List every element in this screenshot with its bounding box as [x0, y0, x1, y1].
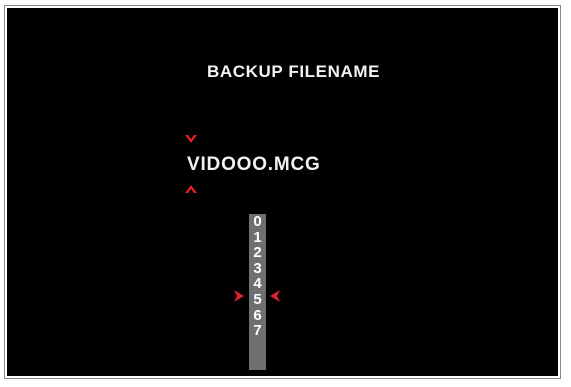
digit-option[interactable]: 6: [253, 307, 261, 324]
arrow-left-icon: [269, 289, 281, 303]
digit-option[interactable]: 3: [253, 261, 261, 277]
chevron-down-icon[interactable]: [184, 133, 198, 145]
digit-option[interactable]: 2: [253, 245, 261, 261]
digit-option[interactable]: 0: [253, 214, 261, 230]
screen-frame: BACKUP FILENAME VIDOOO.MCG 01234567: [4, 5, 561, 379]
digit-option-selected[interactable]: 4: [253, 276, 261, 292]
filename-field[interactable]: VIDOOO.MCG: [187, 154, 321, 176]
page-title: BACKUP FILENAME: [207, 62, 381, 81]
digit-option[interactable]: 7: [253, 323, 261, 339]
digit-option[interactable]: 1: [253, 229, 261, 246]
chevron-up-icon[interactable]: [184, 183, 198, 195]
digit-picker[interactable]: 01234567: [249, 214, 266, 370]
arrow-right-icon: [233, 289, 245, 303]
digit-option[interactable]: 5: [253, 292, 261, 308]
